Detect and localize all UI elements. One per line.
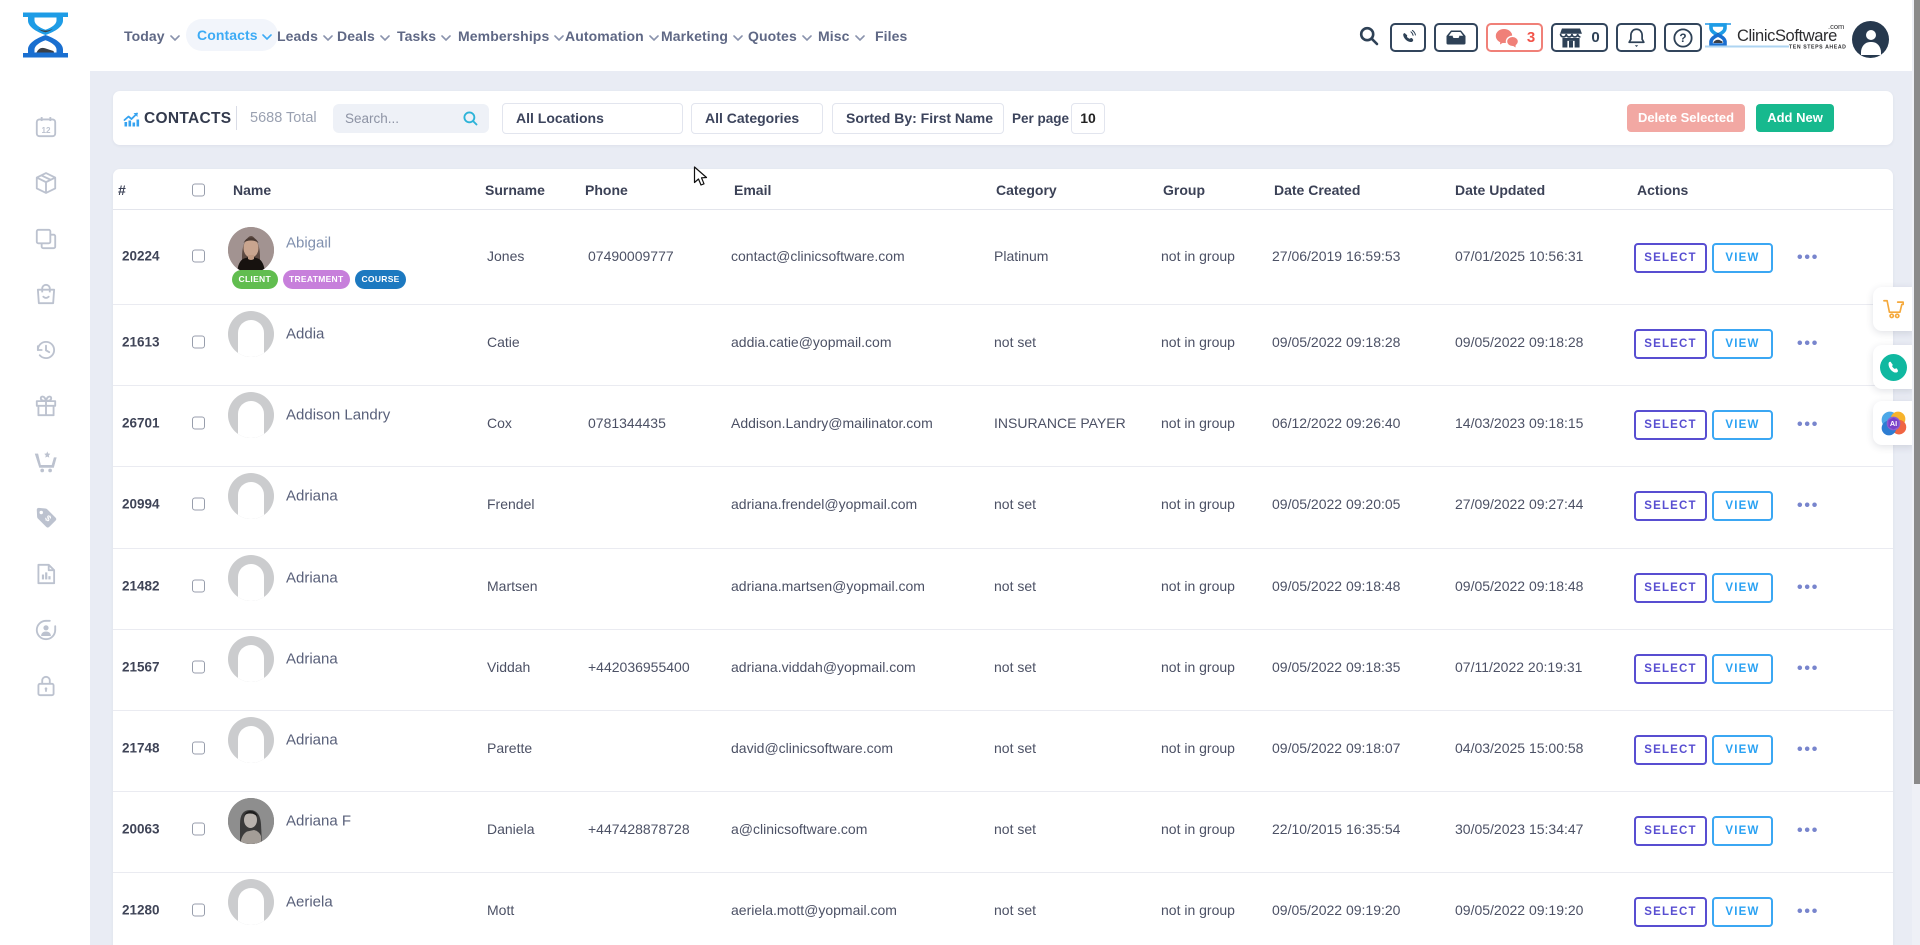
svg-text:AI: AI — [1890, 419, 1897, 428]
svg-text:ClinicSoftware: ClinicSoftware — [1737, 27, 1837, 45]
svg-text:TEN STEPS AHEAD: TEN STEPS AHEAD — [1789, 45, 1847, 51]
svg-text:?: ? — [1679, 31, 1686, 45]
svg-text:.com: .com — [1828, 22, 1844, 31]
svg-text:12: 12 — [41, 126, 51, 135]
